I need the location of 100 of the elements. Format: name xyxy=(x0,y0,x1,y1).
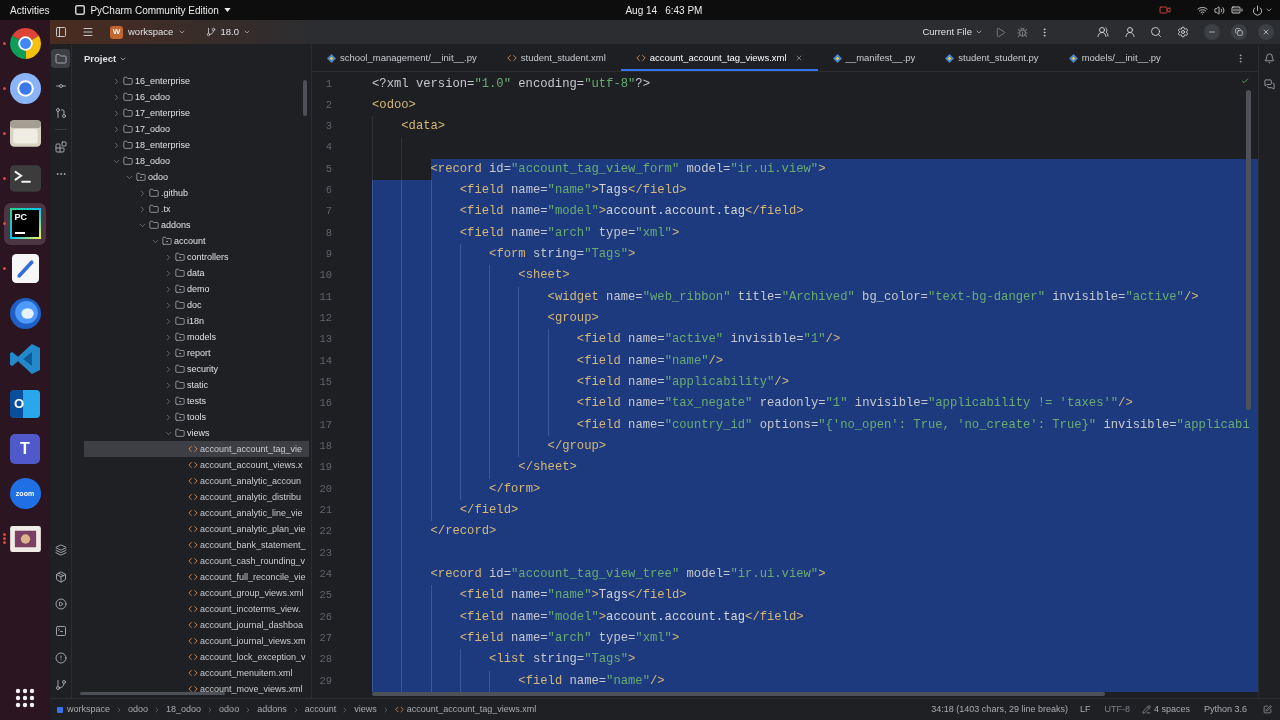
folder-name[interactable]: 17_enterprise xyxy=(135,105,191,121)
restore-button[interactable] xyxy=(1231,24,1247,40)
selected-row-highlight[interactable]: account_account_tag_vie xyxy=(84,441,309,457)
editor-tab[interactable]: models/__init__.py xyxy=(1053,45,1176,71)
package-icon[interactable] xyxy=(54,570,67,583)
breadcrumb[interactable]: odoo xyxy=(219,702,240,717)
chevron-right-icon[interactable] xyxy=(138,204,147,214)
blocks-icon[interactable] xyxy=(54,140,67,153)
file-name[interactable]: account_full_reconcile_vie xyxy=(200,569,306,585)
breadcrumb[interactable]: 18_odoo xyxy=(166,702,202,717)
interpreter-selector[interactable]: Python 3.6 xyxy=(1203,702,1247,717)
folder-name[interactable]: 18_enterprise xyxy=(135,137,191,153)
folder-name[interactable]: models xyxy=(187,329,216,345)
chevron-right-icon[interactable] xyxy=(164,284,173,294)
file-name[interactable]: account_analytic_plan_vie xyxy=(200,521,306,537)
run-icon[interactable] xyxy=(995,26,1006,38)
vertical-scrollbar[interactable] xyxy=(303,80,307,116)
folder-name[interactable]: .github xyxy=(161,185,189,201)
file-name[interactable]: account_analytic_distribu xyxy=(200,489,302,505)
git-branch-icon[interactable] xyxy=(54,678,67,691)
battery-icon[interactable] xyxy=(1231,4,1243,16)
breadcrumb[interactable]: account xyxy=(304,702,337,717)
chevron-right-icon[interactable] xyxy=(164,332,173,342)
mail-logo[interactable]: O xyxy=(10,389,40,418)
alert-icon[interactable] xyxy=(54,651,67,664)
chat-logo[interactable]: T xyxy=(10,433,40,464)
terminal-icon[interactable] xyxy=(9,165,41,192)
pencil-tile-icon[interactable] xyxy=(11,253,39,284)
window-tile-icon[interactable] xyxy=(9,120,41,147)
chevron-right-icon[interactable] xyxy=(112,76,121,86)
chevron-right-icon[interactable] xyxy=(164,252,173,262)
minimize-button[interactable] xyxy=(1204,24,1220,40)
chevron-right-icon[interactable] xyxy=(164,268,173,278)
search-icon[interactable] xyxy=(1150,26,1162,38)
editor-tab[interactable]: __manifest__.py xyxy=(817,45,931,71)
file-name[interactable]: account_group_views.xml xyxy=(200,585,304,601)
breadcrumb[interactable]: addons xyxy=(257,702,287,717)
chevron-right-icon[interactable] xyxy=(164,380,173,390)
folder-name[interactable]: data xyxy=(187,265,205,281)
folder-name[interactable]: odoo xyxy=(148,169,169,185)
chevron-right-icon[interactable] xyxy=(138,188,147,198)
file-name[interactable]: account_analytic_accoun xyxy=(200,473,302,489)
breadcrumb[interactable]: workspace xyxy=(67,702,111,717)
file-encoding[interactable]: UTF-8 xyxy=(1104,702,1130,717)
settings-icon[interactable] xyxy=(1177,26,1189,38)
orb-icon[interactable] xyxy=(9,298,41,329)
folder-name[interactable]: 17_odoo xyxy=(135,121,171,137)
layers-icon[interactable] xyxy=(54,543,67,556)
file-name[interactable]: account_account_views.x xyxy=(200,457,303,473)
chat-icon[interactable] xyxy=(1264,78,1275,90)
file-name[interactable]: account_journal_views.xm xyxy=(200,633,306,649)
person-icon[interactable] xyxy=(1124,26,1136,38)
chevron-right-icon[interactable] xyxy=(164,316,173,326)
folder-name[interactable]: 16_enterprise xyxy=(135,73,191,89)
volume-icon[interactable] xyxy=(1214,4,1225,16)
folder-name[interactable]: doc xyxy=(187,297,202,313)
app-grid-icon[interactable] xyxy=(15,688,35,708)
caret-position[interactable]: 34:18 (1403 chars, 29 line breaks) xyxy=(931,702,1068,717)
play-circle-icon[interactable] xyxy=(54,597,67,610)
breadcrumb[interactable]: views xyxy=(354,702,377,717)
app-menu[interactable]: PyCharm Community Edition xyxy=(75,2,231,18)
line-separator[interactable]: LF xyxy=(1079,702,1091,717)
branch-selector[interactable]: 18.0 xyxy=(206,24,251,40)
file-name[interactable]: account_move_views.xml xyxy=(200,681,303,697)
wifi-icon[interactable] xyxy=(1197,4,1208,16)
folder-name[interactable]: controllers xyxy=(187,249,229,265)
folder-name[interactable]: report xyxy=(187,345,211,361)
folder-name[interactable]: security xyxy=(187,361,218,377)
chevron-right-icon[interactable] xyxy=(112,92,121,102)
activities-button[interactable]: Activities xyxy=(10,2,50,18)
power-icon[interactable] xyxy=(1252,4,1263,16)
chevron-right-icon[interactable] xyxy=(164,412,173,422)
ring-icon[interactable] xyxy=(9,73,41,104)
folder-name[interactable]: account xyxy=(174,233,206,249)
folder-name[interactable]: tools xyxy=(187,409,206,425)
editor-tab[interactable]: student_student.py xyxy=(930,45,1054,71)
date-label[interactable]: Aug 14 xyxy=(625,2,658,18)
editor-tab[interactable]: student_student.xml xyxy=(491,45,621,71)
folder-name[interactable]: static xyxy=(187,377,208,393)
horizontal-scrollbar[interactable] xyxy=(80,692,225,695)
chevron-down-icon[interactable] xyxy=(1265,6,1273,14)
bell-icon[interactable] xyxy=(1264,53,1275,64)
breadcrumb[interactable]: account_account_tag_views.xml xyxy=(406,702,537,717)
chevron-right-icon[interactable] xyxy=(164,396,173,406)
menu-icon[interactable] xyxy=(82,26,94,38)
file-name[interactable]: account_menuitem.xml xyxy=(200,665,293,681)
file-name[interactable]: account_cash_rounding_v xyxy=(200,553,306,569)
chevron-right-icon[interactable] xyxy=(164,348,173,358)
folder-name[interactable]: i18n xyxy=(187,313,204,329)
editor-tab[interactable]: school_management/__init__.py xyxy=(312,45,492,71)
folder-name[interactable]: 16_odoo xyxy=(135,89,171,105)
folder-name[interactable]: tests xyxy=(187,393,206,409)
close-button[interactable] xyxy=(1258,24,1274,40)
folder-name[interactable]: addons xyxy=(161,217,191,233)
folder-name[interactable]: demo xyxy=(187,281,210,297)
file-name[interactable]: account_bank_statement_ xyxy=(200,537,306,553)
panel-layout-icon[interactable] xyxy=(55,26,67,38)
file-name[interactable]: account_incoterms_view. xyxy=(200,601,301,617)
bug-icon[interactable] xyxy=(1017,26,1028,38)
project-tool-button[interactable] xyxy=(51,49,70,68)
